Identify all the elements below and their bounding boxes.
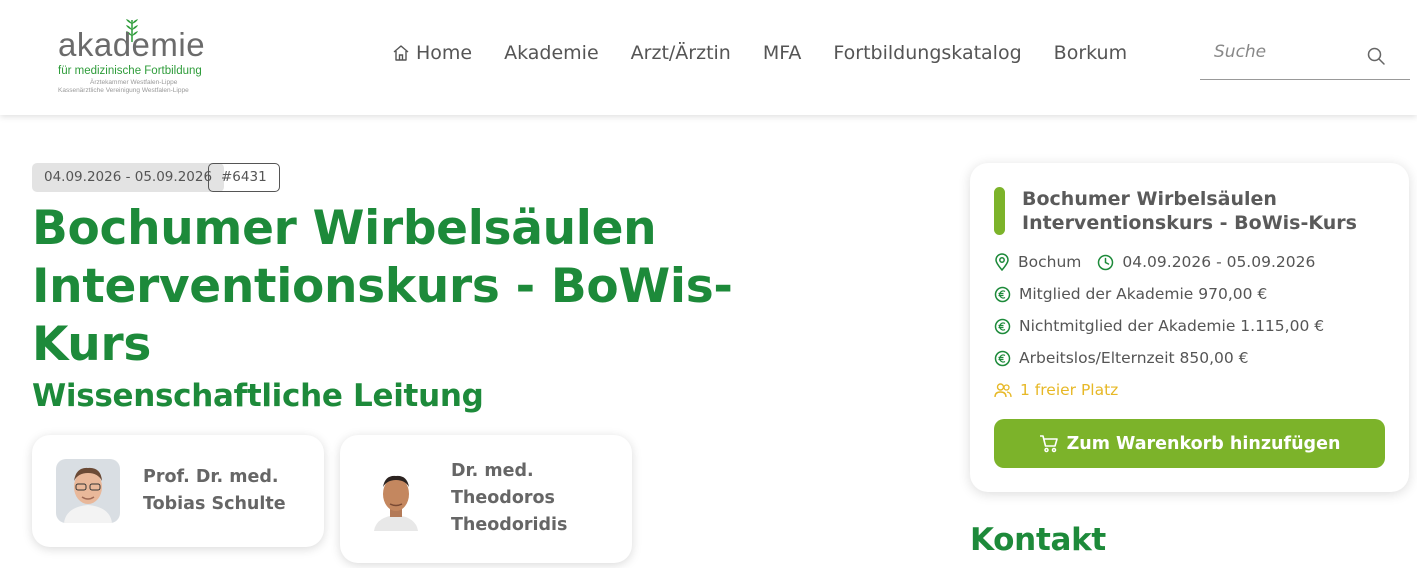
course-id-badge: #6431 [208, 163, 280, 192]
person-name-line: Prof. Dr. med. [143, 467, 279, 487]
person-card[interactable]: Dr. med. Theodoros Theodoridis [340, 435, 632, 563]
contact-heading: Kontakt [970, 522, 1106, 558]
price-row: Nichtmitglied der Akademie 1.115,00 € [994, 317, 1324, 335]
nav-item-fortbildungskatalog[interactable]: Fortbildungskatalog [833, 42, 1021, 64]
accent-bar [994, 187, 1005, 235]
person-photo [56, 459, 120, 523]
calendar-clock-icon [1098, 254, 1114, 270]
date-badge: 04.09.2026 - 05.09.2026 [32, 163, 225, 192]
price-member: Mitglied der Akademie 970,00 € [1019, 285, 1268, 303]
nav-item-label: Fortbildungskatalog [833, 42, 1022, 64]
dates-text: 04.09.2026 - 05.09.2026 [1122, 253, 1316, 271]
nav-item-label: Home [416, 42, 473, 64]
nav-item-home[interactable]: Home [392, 42, 472, 64]
home-icon [393, 45, 409, 61]
add-to-cart-button[interactable]: Zum Warenkorb hinzufügen [994, 419, 1385, 468]
availability-row: 1 freier Platz [994, 381, 1118, 399]
person-name: Prof. Dr. med. Tobias Schulte [143, 464, 313, 518]
availability-text: 1 freier Platz [1020, 381, 1119, 399]
location-dates-row: Bochum 04.09.2026 - 05.09.2026 [994, 253, 1315, 271]
site-header: akademie für medizinische Fortbildung Är… [0, 0, 1417, 115]
location-text: Bochum [1018, 253, 1082, 271]
avatar [364, 467, 428, 531]
logo[interactable]: akademie für medizinische Fortbildung Är… [58, 18, 208, 94]
search-input[interactable] [1214, 42, 1364, 62]
cart-icon [1039, 435, 1058, 453]
nav-item-mfa[interactable]: MFA [763, 42, 802, 64]
nav-item-borkum[interactable]: Borkum [1054, 42, 1127, 64]
price-nonmember: Nichtmitglied der Akademie 1.115,00 € [1019, 317, 1325, 335]
person-name: Dr. med. Theodoros Theodoridis [451, 458, 621, 539]
nav-item-label: Akademie [504, 42, 599, 64]
euro-icon [994, 286, 1011, 302]
price-row: Arbeitslos/Elternzeit 850,00 € [994, 349, 1249, 367]
avatar [56, 459, 120, 523]
search-box [1200, 34, 1410, 80]
person-photo [364, 467, 428, 531]
users-icon [994, 382, 1012, 397]
person-card[interactable]: Prof. Dr. med. Tobias Schulte [32, 435, 324, 547]
person-name-line: Theodoros [451, 488, 555, 508]
leadership-heading: Wissenschaftliche Leitung [32, 378, 484, 414]
page-title: Bochumer Wirbelsäulen Interventionskurs … [32, 201, 733, 372]
card-title: Bochumer Wirbelsäulen Interventionskurs … [1022, 188, 1357, 234]
euro-icon [994, 350, 1011, 366]
nav-item-label: Arzt/Ärztin [630, 42, 731, 64]
price-unemployed: Arbeitslos/Elternzeit 850,00 € [1019, 349, 1249, 367]
person-name-line: Tobias Schulte [143, 494, 286, 514]
nav-item-label: MFA [762, 42, 802, 64]
logo-wordmark: akademie [58, 26, 206, 63]
nav-item-label: Borkum [1053, 42, 1128, 64]
nav-item-akademie[interactable]: Akademie [504, 42, 599, 64]
location-pin-icon [995, 253, 1009, 271]
price-row: Mitglied der Akademie 970,00 € [994, 285, 1267, 303]
search-icon[interactable] [1366, 46, 1386, 66]
logo-subtitle: für medizinische Fortbildung [58, 65, 202, 77]
add-to-cart-label: Zum Warenkorb hinzufügen [1066, 433, 1341, 454]
person-name-line: Theodoridis [451, 515, 568, 535]
dates-group: 04.09.2026 - 05.09.2026 [1097, 253, 1315, 271]
logo-line-2: Kassenärztliche Vereinigung Westfalen-Li… [58, 87, 189, 94]
nav-item-arzt[interactable]: Arzt/Ärztin [631, 42, 731, 64]
euro-icon [994, 318, 1011, 334]
person-name-line: Dr. med. [451, 461, 534, 481]
logo-line-1: Ärztekammer Westfalen-Lippe [90, 79, 178, 86]
main-nav: Home Akademie Arzt/Ärztin MFA Fortbildun… [392, 42, 1159, 64]
course-info-card: Bochumer Wirbelsäulen Interventionskurs … [970, 163, 1409, 492]
